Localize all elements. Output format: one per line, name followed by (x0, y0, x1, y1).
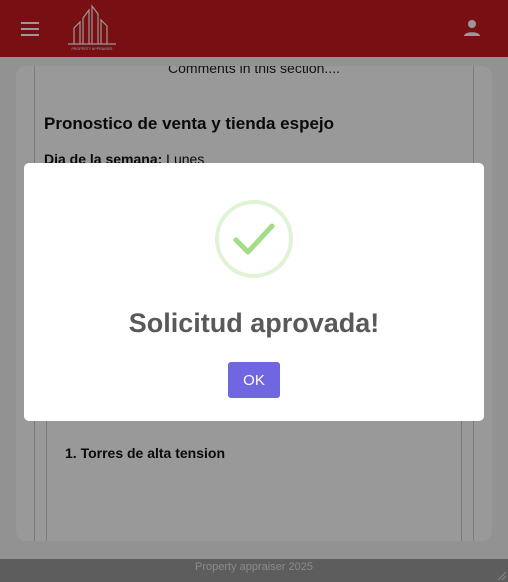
success-dialog: Solicitud aprovada! OK (24, 163, 484, 421)
success-check-icon (215, 200, 293, 278)
dialog-title: Solicitud aprovada! (128, 308, 380, 338)
ok-button[interactable]: OK (228, 362, 280, 398)
